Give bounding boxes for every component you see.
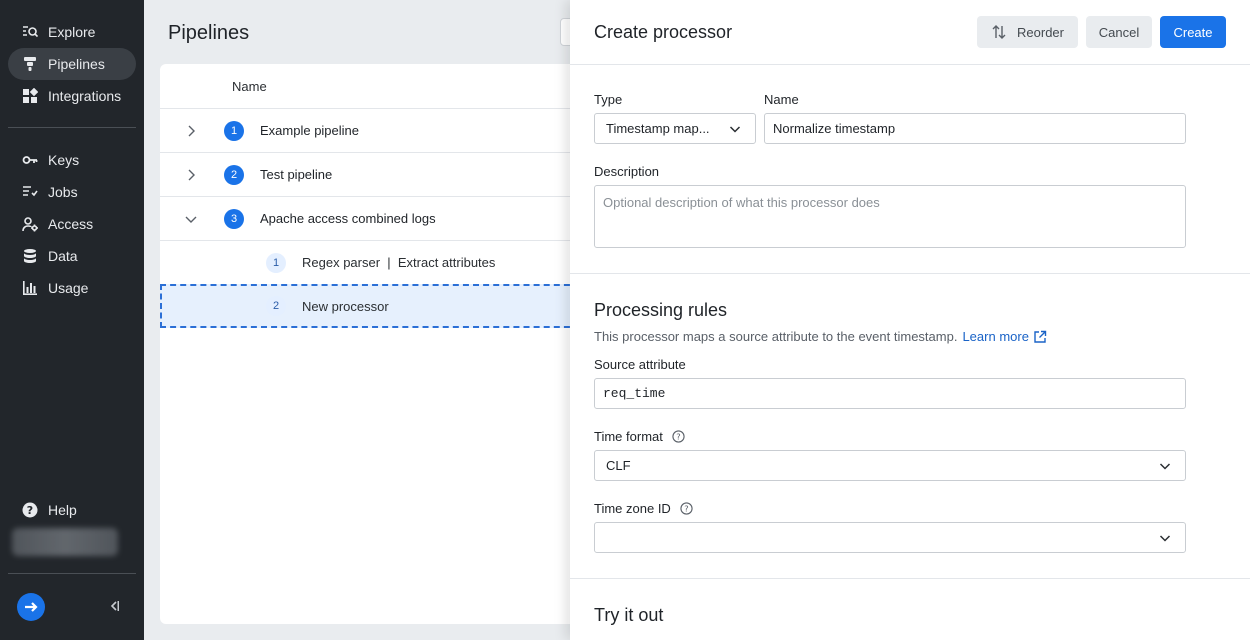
- chevron-right-icon[interactable]: [184, 124, 198, 138]
- processing-rules-description: This processor maps a source attribute t…: [594, 329, 1047, 344]
- time-format-value: CLF: [606, 458, 631, 473]
- sidebar-item-keys[interactable]: Keys: [8, 144, 136, 176]
- chevron-down-icon[interactable]: [184, 212, 198, 226]
- chevron-down-icon: [1159, 535, 1171, 542]
- sidebar-item-label: Keys: [48, 152, 80, 168]
- sidebar-item-label: Access: [48, 216, 94, 232]
- pipeline-number-badge: 3: [224, 208, 244, 229]
- explore-icon: [21, 23, 39, 41]
- processor-row-new[interactable]: 2 New processor: [160, 284, 580, 328]
- help-icon: ?: [21, 501, 39, 519]
- source-attribute-value: req_time: [603, 386, 666, 401]
- description-label: Description: [594, 164, 660, 179]
- source-attribute-label: Source attribute: [594, 357, 686, 372]
- pipeline-name: Test pipeline: [260, 167, 333, 182]
- page-title: Pipelines: [168, 22, 250, 44]
- svg-text:?: ?: [684, 504, 688, 514]
- description-placeholder: Optional description of what this proces…: [603, 195, 880, 210]
- reorder-button[interactable]: Reorder: [977, 16, 1078, 48]
- sidebar-item-label: Explore: [48, 24, 96, 40]
- create-processor-drawer: Create processor Reorder Cancel Create T…: [570, 0, 1250, 640]
- name-input-value: Normalize timestamp: [773, 121, 896, 136]
- pipeline-row[interactable]: 1 Example pipeline: [160, 108, 580, 152]
- type-select-value: Timestamp map...: [606, 121, 710, 136]
- drawer-divider: [570, 273, 1250, 274]
- time-format-label-text: Time format: [594, 429, 663, 444]
- sidebar-item-label: Usage: [48, 280, 89, 296]
- chevron-down-icon: [729, 126, 741, 133]
- pipeline-number-badge: 2: [224, 164, 244, 185]
- time-format-label: Time format ?: [594, 429, 685, 444]
- access-icon: [21, 215, 39, 233]
- cancel-button[interactable]: Cancel: [1086, 16, 1152, 48]
- sidebar-item-data[interactable]: Data: [8, 240, 136, 272]
- sidebar-item-label: Help: [48, 502, 77, 518]
- type-label: Type: [594, 92, 623, 107]
- time-zone-label-text: Time zone ID: [594, 501, 671, 516]
- drawer-divider: [570, 64, 1250, 65]
- column-header-name: Name: [232, 79, 267, 94]
- processor-number-badge: 2: [266, 296, 286, 316]
- processor-number-badge: 1: [266, 252, 286, 273]
- external-link-icon: [1034, 330, 1047, 343]
- pipeline-name: Apache access combined logs: [260, 211, 436, 226]
- pipeline-list: Name 1 Example pipeline 2 Test pipeline …: [160, 64, 580, 624]
- svg-text:?: ?: [676, 432, 680, 442]
- sidebar: Explore Pipelines Integrations Keys Jobs…: [0, 0, 144, 640]
- drawer-title: Create processor: [594, 22, 733, 42]
- source-attribute-input[interactable]: req_time: [594, 378, 1186, 409]
- sidebar-item-explore[interactable]: Explore: [8, 16, 136, 48]
- time-zone-select[interactable]: [594, 522, 1186, 553]
- pipeline-row[interactable]: 2 Test pipeline: [160, 152, 580, 196]
- learn-more-label: Learn more: [962, 329, 1029, 344]
- sidebar-item-access[interactable]: Access: [8, 208, 136, 240]
- processing-rules-title: Processing rules: [594, 300, 728, 320]
- name-input[interactable]: Normalize timestamp: [764, 113, 1186, 144]
- collapse-sidebar-icon[interactable]: [107, 599, 121, 613]
- create-button[interactable]: Create: [1160, 16, 1226, 48]
- sidebar-item-pipelines[interactable]: Pipelines: [8, 48, 136, 80]
- sidebar-item-usage[interactable]: Usage: [8, 272, 136, 304]
- key-icon: [21, 151, 39, 169]
- pipeline-number-badge: 1: [224, 120, 244, 141]
- time-zone-label: Time zone ID ?: [594, 501, 693, 516]
- pipeline-name: Example pipeline: [260, 123, 360, 138]
- database-icon: [21, 247, 39, 265]
- rules-description-text: This processor maps a source attribute t…: [594, 329, 958, 344]
- time-format-select[interactable]: CLF: [594, 450, 1186, 481]
- app-logo-icon[interactable]: [17, 593, 45, 621]
- pipeline-row[interactable]: 3 Apache access combined logs: [160, 196, 580, 240]
- processor-row[interactable]: 1 Regex parser | Extract attributes: [160, 240, 580, 284]
- pipelines-icon: [21, 55, 39, 73]
- type-select[interactable]: Timestamp map...: [594, 113, 756, 144]
- help-circle-icon[interactable]: ?: [680, 502, 693, 515]
- description-textarea[interactable]: Optional description of what this proces…: [594, 185, 1186, 248]
- sidebar-item-label: Jobs: [48, 184, 78, 200]
- jobs-icon: [21, 183, 39, 201]
- sidebar-item-label: Integrations: [48, 88, 122, 104]
- reorder-label: Reorder: [1017, 24, 1064, 40]
- sidebar-item-label: Data: [48, 248, 78, 264]
- svg-text:?: ?: [27, 504, 33, 517]
- reorder-icon: [992, 25, 1006, 39]
- sidebar-item-help[interactable]: ? Help: [8, 494, 136, 526]
- integrations-icon: [21, 87, 39, 105]
- learn-more-link[interactable]: Learn more: [962, 329, 1047, 344]
- drawer-divider: [570, 578, 1250, 579]
- sidebar-divider: [8, 127, 136, 128]
- try-it-out-title: Try it out: [594, 605, 664, 625]
- bar-chart-icon: [21, 279, 39, 297]
- chevron-right-icon[interactable]: [184, 168, 198, 182]
- processor-name: New processor: [302, 298, 389, 314]
- sidebar-divider: [8, 573, 136, 574]
- help-circle-icon[interactable]: ?: [672, 430, 685, 443]
- chevron-down-icon: [1159, 463, 1171, 470]
- sidebar-item-jobs[interactable]: Jobs: [8, 176, 136, 208]
- name-label: Name: [764, 92, 799, 107]
- user-profile[interactable]: [12, 528, 118, 556]
- sidebar-item-integrations[interactable]: Integrations: [8, 80, 136, 112]
- processor-name: Regex parser | Extract attributes: [302, 255, 496, 270]
- sidebar-item-label: Pipelines: [48, 56, 105, 72]
